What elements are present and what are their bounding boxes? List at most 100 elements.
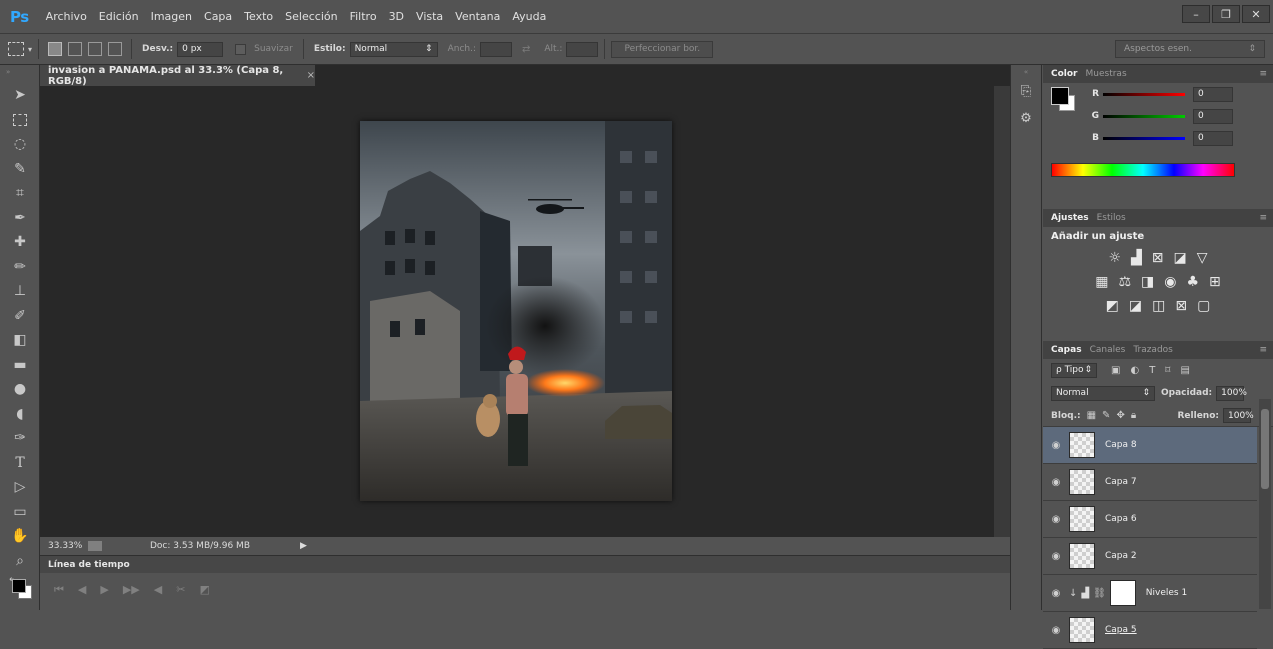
filter-type-icon[interactable]: T [1149,365,1155,376]
menu-3d[interactable]: 3D [384,10,409,23]
visibility-eye-icon[interactable]: ◉ [1043,588,1069,599]
hand-tool-icon[interactable]: ✋ [0,524,40,549]
photo-filter-icon[interactable]: ◉ [1164,274,1176,290]
audio-icon[interactable]: ◀ [154,583,162,597]
crop-tool-icon[interactable]: ⌗ [0,181,40,206]
close-button[interactable]: ✕ [1242,5,1270,23]
first-frame-icon[interactable]: ⏮ [54,583,64,597]
zoom-tool-icon[interactable]: ⌕ [0,549,40,574]
layers-scrollbar[interactable] [1259,399,1271,609]
menu-ayuda[interactable]: Ayuda [507,10,551,23]
panel-menu-icon[interactable]: ≡ [1259,69,1267,79]
play-icon[interactable]: ▶ [100,583,108,597]
new-selection-icon[interactable] [48,42,63,56]
swap-icon[interactable]: ⇄ [522,44,530,55]
move-tool-icon[interactable]: ➤ [0,83,40,108]
tab-muestras[interactable]: Muestras [1086,69,1127,79]
subtract-selection-icon[interactable] [88,42,103,56]
visibility-eye-icon[interactable]: ◉ [1043,477,1069,488]
slider-r[interactable]: R 0 [1085,83,1233,105]
menu-filtro[interactable]: Filtro [345,10,382,23]
document-scrollbar[interactable] [994,86,1010,537]
lock-transparent-icon[interactable]: ▦ [1087,410,1096,421]
restore-button[interactable]: ❐ [1212,5,1240,23]
opacity-input[interactable]: 100% [1216,385,1247,401]
properties-panel-icon[interactable]: ⚙ [1011,111,1041,126]
pen-tool-icon[interactable]: ✑ [0,426,40,451]
marquee-tool-icon[interactable] [0,108,40,133]
filter-smart-icon[interactable]: ▤ [1180,365,1189,376]
slider-track-g[interactable] [1103,114,1185,118]
layer-row[interactable]: ◉ Capa 8 [1043,427,1257,464]
menu-capa[interactable]: Capa [199,10,237,23]
filter-shape-icon[interactable]: ⌑ [1165,365,1170,376]
color-balance-icon[interactable]: ⚖ [1118,274,1131,290]
rectangle-tool-icon[interactable]: ▭ [0,500,40,525]
layers-scrollbar-thumb[interactable] [1261,409,1269,489]
selective-color-icon[interactable]: ▢ [1197,298,1210,314]
tab-color[interactable]: Color [1051,69,1078,79]
layer-row[interactable]: ◉ ↓ ▟ ⛓ Niveles 1 [1043,575,1257,612]
color-lookup-icon[interactable]: ⊞ [1209,274,1221,290]
visibility-eye-icon[interactable]: ◉ [1043,551,1069,562]
color-fg-swatch[interactable] [1051,87,1069,105]
menu-ventana[interactable]: Ventana [450,10,505,23]
slider-track-b[interactable] [1103,136,1185,140]
next-frame-icon[interactable]: ▶▶ [123,583,140,597]
threshold-icon[interactable]: ◫ [1152,298,1165,314]
layer-row[interactable]: ◉ Capa 5 [1043,612,1257,649]
chevron-down-icon[interactable]: ▾ [28,45,32,54]
antialias-checkbox[interactable] [235,43,247,55]
eyedropper-tool-icon[interactable]: ✒ [0,206,40,231]
zoom-level[interactable]: 33.33% [40,541,88,551]
slider-value-b[interactable]: 0 [1193,130,1233,146]
height-input[interactable] [566,41,599,57]
exposure-icon[interactable]: ◪ [1174,250,1187,266]
minimize-button[interactable]: – [1182,5,1210,23]
tab-trazados[interactable]: Trazados [1133,345,1173,355]
channel-mixer-icon[interactable]: ♣ [1186,274,1199,290]
blur-tool-icon[interactable]: ● [0,377,40,402]
style-select[interactable]: Normal ⇕ [349,41,438,57]
menu-archivo[interactable]: Archivo [41,10,92,23]
menu-vista[interactable]: Vista [411,10,448,23]
transition-icon[interactable]: ◩ [199,583,209,597]
brightness-icon[interactable]: ☼ [1108,250,1121,266]
split-scissors-icon[interactable]: ✂ [176,583,185,597]
lock-all-icon[interactable]: 🔒︎ [1131,410,1136,421]
document-canvas[interactable] [360,121,672,501]
history-panel-icon[interactable]: ⎘ [1011,84,1041,99]
collapse-arrows-icon[interactable]: « [1011,65,1041,76]
foreground-color-swatch[interactable] [12,579,26,593]
fill-input[interactable]: 100% [1223,408,1254,423]
levels-icon[interactable]: ▟ [1131,250,1142,266]
layer-row[interactable]: ◉ Capa 2 [1043,538,1257,575]
slider-b[interactable]: B 0 [1085,127,1233,149]
quick-selection-tool-icon[interactable]: ✎ [0,157,40,182]
history-brush-tool-icon[interactable]: ✐ [0,304,40,329]
color-spectrum-bar[interactable] [1051,163,1235,177]
hue-saturation-icon[interactable]: ▦ [1095,274,1108,290]
link-chain-icon[interactable]: ⛓ [1093,588,1106,599]
feather-input[interactable]: 0 px [177,41,224,57]
status-info-icon[interactable] [88,541,102,551]
visibility-eye-icon[interactable]: ◉ [1043,514,1069,525]
layer-row[interactable]: ◉ Capa 6 [1043,501,1257,538]
tab-canales[interactable]: Canales [1090,345,1126,355]
panel-menu-icon[interactable]: ≡ [1259,345,1267,355]
status-menu-arrow-icon[interactable]: ▶ [300,541,307,551]
marquee-tool-preset-icon[interactable] [8,42,24,56]
layer-mask-thumbnail[interactable] [1109,580,1136,606]
lock-move-icon[interactable]: ✥ [1116,410,1124,421]
brush-tool-icon[interactable]: ✏ [0,255,40,280]
menu-seleccion[interactable]: Selección [280,10,342,23]
lasso-tool-icon[interactable]: ◌ [0,132,40,157]
visibility-eye-icon[interactable]: ◉ [1043,625,1069,636]
posterize-icon[interactable]: ◪ [1129,298,1142,314]
type-tool-icon[interactable]: T [0,451,40,476]
gradient-tool-icon[interactable]: ▬ [0,353,40,378]
filter-pixel-icon[interactable]: ▣ [1111,365,1120,376]
close-tab-icon[interactable]: × [307,70,315,81]
dodge-tool-icon[interactable]: ◖ [0,402,40,427]
visibility-eye-icon[interactable]: ◉ [1043,440,1069,451]
